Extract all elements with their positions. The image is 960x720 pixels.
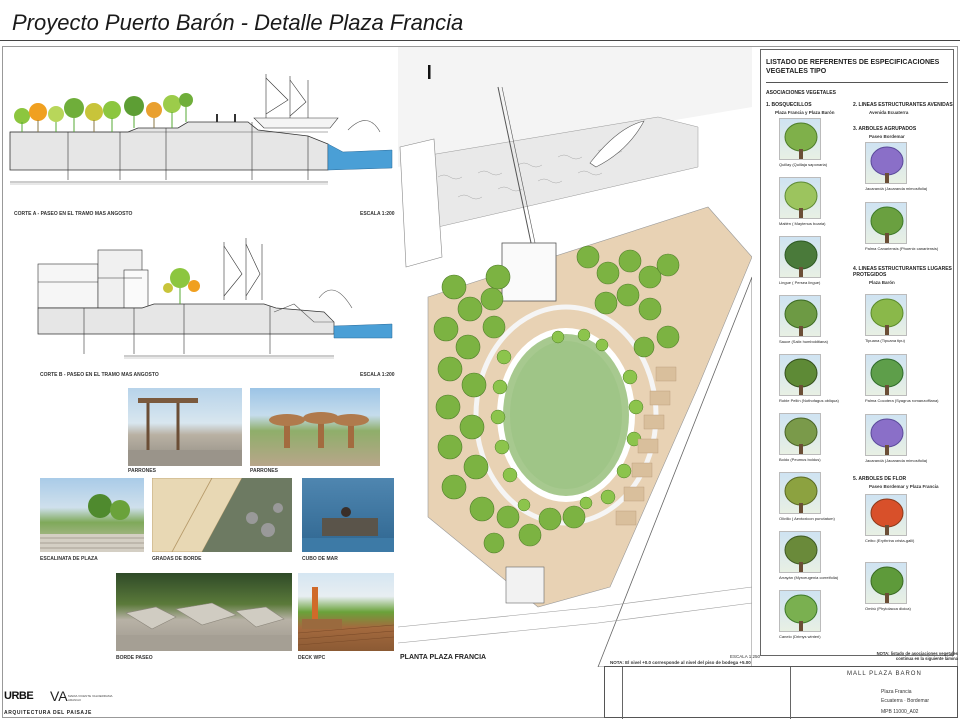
tree-photo-right bbox=[865, 202, 907, 244]
tree-photo-right bbox=[865, 562, 907, 604]
group-flor: 5. ARBOLES DE FLOR bbox=[853, 476, 907, 482]
urbe-logo: URBE bbox=[4, 690, 34, 702]
tree-photo-left bbox=[779, 531, 821, 573]
plan-title: PLANTA PLAZA FRANCIA bbox=[400, 654, 487, 661]
group-bosquecillos: 1. BOSQUECILLOS bbox=[766, 102, 812, 108]
tree-photo-right bbox=[865, 142, 907, 184]
tree-label-right: Palma Canariensis (Phoenix canariensis) bbox=[865, 246, 939, 251]
group-avenidas-sub: Avenida Ecuaterra bbox=[869, 110, 909, 115]
tree-photo-right bbox=[865, 294, 907, 336]
group-protegidos: 4. LINEAS ESTRUCTURANTES LUGARES PROTEGI… bbox=[853, 266, 952, 278]
panel-divider bbox=[766, 82, 948, 83]
group-protegidos-sub: Plaza Barón bbox=[869, 280, 895, 285]
tree-photo-right bbox=[865, 414, 907, 456]
page-title: Proyecto Puerto Barón - Detalle Plaza Fr… bbox=[12, 10, 464, 35]
group-agrupados-sub: Paseo Bordemar bbox=[869, 134, 905, 139]
photo-escalinata bbox=[40, 478, 144, 552]
tree-photo-left bbox=[779, 354, 821, 396]
photo-parrones-2 bbox=[250, 388, 380, 466]
logo-tagline: ARQUITECTURA DEL PAISAJE bbox=[4, 710, 92, 716]
tree-photo-right bbox=[865, 354, 907, 396]
tree-label-left: Sauce (Salix humboldtiana) bbox=[779, 339, 828, 344]
photo-parrones-1 bbox=[128, 388, 242, 466]
species-panel-title: LISTADO DE REFERENTES DE ESPECIFICACIONE… bbox=[766, 59, 940, 75]
tree-label-left: Quillay (Quillaja saponaria) bbox=[779, 162, 828, 167]
title-block: MALL PLAZA BARON Plaza Francia Ecuaterra… bbox=[604, 666, 958, 719]
group-flor-sub: Paseo Bordemar y Plaza Francia bbox=[869, 484, 939, 489]
group-bosquecillos-sub: Plaza Francia y Plaza Barón bbox=[775, 110, 835, 115]
species-panel: LISTADO DE REFERENTES DE ESPECIFICACIONE… bbox=[760, 49, 954, 656]
species-continues-note: NOTA: listado de asociaciones vegetales … bbox=[876, 651, 958, 661]
office-logos: URBE VA MARIA VICENTE VALDERRAMA ARANGO … bbox=[4, 688, 124, 718]
plaza-plan bbox=[398, 47, 752, 667]
section-b-caption: CORTE B - PASEO EN EL TRAMO MAS ANGOSTO bbox=[40, 372, 159, 378]
photo-cubo-mar bbox=[302, 478, 394, 552]
photo-borde-paseo bbox=[116, 573, 292, 651]
tree-label-left: Arrayán (Myrceugenia correifolia) bbox=[779, 575, 839, 580]
plan-level-note: NOTA: El nivel +0.0 corresponde al nivel… bbox=[610, 660, 751, 665]
photo-gradas bbox=[152, 478, 292, 552]
photo-caption-deck-wpc: DECK WPC bbox=[298, 655, 326, 661]
photo-caption-gradas: GRADAS DE BORDE bbox=[152, 556, 202, 562]
tree-label-right: Ceibo (Erythrina crista-galli) bbox=[865, 538, 915, 543]
tb-row-1: Plaza Francia bbox=[881, 689, 912, 695]
tree-photo-left bbox=[779, 413, 821, 455]
tb-sheet-code: MPB 11000_A02 bbox=[881, 709, 919, 715]
group-avenidas: 2. LINEAS ESTRUCTURANTES AVENIDAS bbox=[853, 102, 953, 108]
tb-project-name: MALL PLAZA BARON bbox=[847, 671, 922, 677]
section-a-caption: CORTE A - PASEO EN EL TRAMO MAS ANGOSTO bbox=[14, 211, 133, 217]
tree-label-right: Ombú (Phytolacca dioica) bbox=[865, 606, 911, 611]
tree-photo-left bbox=[779, 295, 821, 337]
tree-label-left: Olivillo ( Aextoxicon punctatum) bbox=[779, 516, 835, 521]
section-a-scale: ESCALA 1:200 bbox=[360, 211, 395, 217]
tree-photo-left bbox=[779, 590, 821, 632]
tree-label-right: Tipuana (Tipuana tipu) bbox=[865, 338, 905, 343]
va-logo-text: MARIA VICENTE VALDERRAMA ARANGO bbox=[68, 694, 113, 702]
tree-label-left: Lingue ( Persea lingue) bbox=[779, 280, 821, 285]
tree-label-right: Jacarandá (Jacaranda mimosifolia) bbox=[865, 458, 928, 463]
tree-label-right: Palma Cocotera (Syagrus romanzoffiana) bbox=[865, 398, 939, 403]
photo-deck-wpc bbox=[298, 573, 394, 651]
tree-photo-left bbox=[779, 236, 821, 278]
photo-caption-escalinata: ESCALINATA DE PLAZA bbox=[40, 556, 98, 562]
section-b-drawing bbox=[37, 238, 393, 359]
photo-caption-cubo-mar: CUBO DE MAR bbox=[302, 556, 338, 562]
tree-photo-right bbox=[865, 494, 907, 536]
tree-label-left: Boldo (Peumus boldus) bbox=[779, 457, 821, 462]
tree-photo-left bbox=[779, 472, 821, 514]
section-a-drawing bbox=[9, 74, 393, 185]
tree-photo-left bbox=[779, 177, 821, 219]
section-b-scale: ESCALA 1:200 bbox=[360, 372, 395, 378]
photo-caption-parrones-1: PARRONES bbox=[128, 468, 156, 474]
tree-photo-left bbox=[779, 118, 821, 160]
tree-label-left: Canelo (Drimys winteri) bbox=[779, 634, 821, 639]
group-agrupados: 3. ARBOLES AGRUPADOS bbox=[853, 126, 917, 132]
photo-caption-borde-paseo: BORDE PASEO bbox=[116, 655, 153, 661]
tb-revisions-area bbox=[623, 667, 791, 719]
tree-label-left: Roble Pellín (Nothofagus obliqua) bbox=[779, 398, 839, 403]
va-logo: VA bbox=[50, 688, 68, 704]
tree-label-right: Jacarandá (Jacaranda mimosifolia) bbox=[865, 186, 928, 191]
plan-scale: ESCALA 1:250 bbox=[730, 654, 761, 659]
tb-revision-column bbox=[605, 667, 623, 719]
title-divider bbox=[0, 40, 960, 41]
species-heading: ASOCIACIONES VEGETALES bbox=[766, 90, 836, 96]
tree-label-left: Maitén ( Maytenus boaria) bbox=[779, 221, 826, 226]
tb-row-2: Ecuaterra · Bordemar bbox=[881, 698, 930, 704]
photo-caption-parrones-2: PARRONES bbox=[250, 468, 278, 474]
